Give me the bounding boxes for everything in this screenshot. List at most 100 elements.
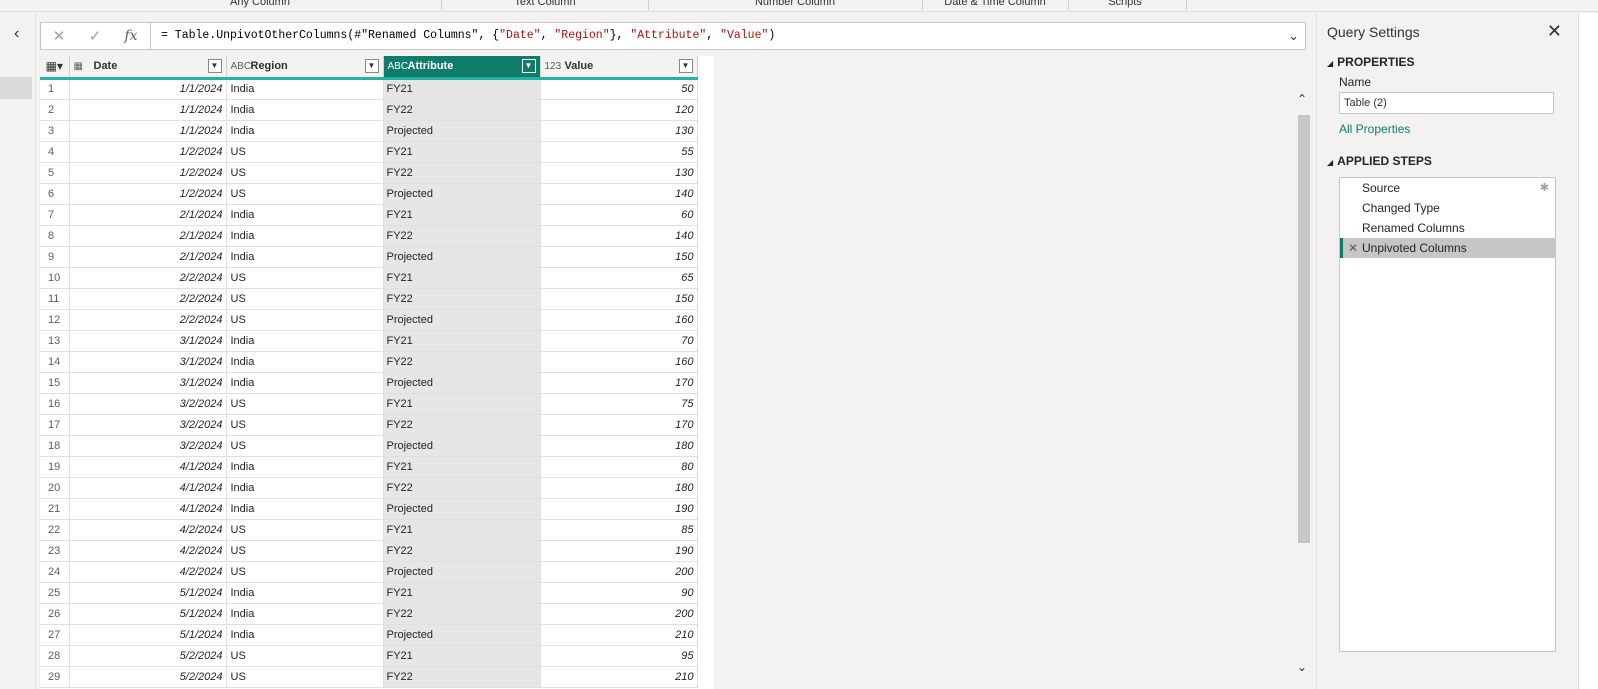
cell-date[interactable]: 3/1/2024 [69, 330, 227, 352]
filter-dropdown-icon[interactable]: ▼ [207, 59, 222, 73]
cell-attribute[interactable]: Projected [383, 435, 541, 457]
row-number[interactable]: 9 [40, 246, 70, 268]
cell-value[interactable]: 75 [540, 393, 698, 415]
cell-attribute[interactable]: FY22 [383, 666, 541, 688]
cell-attribute[interactable]: FY22 [383, 603, 541, 625]
cell-attribute[interactable]: FY22 [383, 540, 541, 562]
column-header-attribute[interactable]: ABCAttribute ▼ [383, 56, 541, 80]
cell-region[interactable]: US [226, 561, 384, 583]
applied-step-changed-type[interactable]: Changed Type [1340, 198, 1555, 218]
cell-date[interactable]: 2/1/2024 [69, 246, 227, 268]
cell-attribute[interactable]: FY21 [383, 267, 541, 289]
row-number[interactable]: 12 [40, 309, 70, 331]
table-row[interactable]: 23 4/2/2024 US FY22 190 [40, 540, 698, 562]
row-number[interactable]: 6 [40, 183, 70, 205]
cell-attribute[interactable]: FY21 [383, 456, 541, 478]
table-row[interactable]: 6 1/2/2024 US Projected 140 [40, 183, 698, 205]
cell-region[interactable]: India [226, 603, 384, 625]
table-row[interactable]: 14 3/1/2024 India FY22 160 [40, 351, 698, 373]
cell-region[interactable]: US [226, 645, 384, 667]
row-number[interactable]: 29 [40, 666, 70, 688]
cell-date[interactable]: 3/2/2024 [69, 393, 227, 415]
cell-attribute[interactable]: FY22 [383, 225, 541, 247]
cell-value[interactable]: 140 [540, 183, 698, 205]
table-row[interactable]: 27 5/1/2024 India Projected 210 [40, 624, 698, 646]
cell-value[interactable]: 80 [540, 456, 698, 478]
table-row[interactable]: 5 1/2/2024 US FY22 130 [40, 162, 698, 184]
cell-region[interactable]: India [226, 477, 384, 499]
cell-value[interactable]: 65 [540, 267, 698, 289]
cell-region[interactable]: US [226, 666, 384, 688]
close-icon[interactable]: ✕ [1547, 21, 1562, 42]
cell-date[interactable]: 3/2/2024 [69, 435, 227, 457]
cell-date[interactable]: 2/2/2024 [69, 288, 227, 310]
cell-date[interactable]: 4/2/2024 [69, 561, 227, 583]
cell-attribute[interactable]: FY22 [383, 288, 541, 310]
cell-date[interactable]: 1/2/2024 [69, 183, 227, 205]
cell-value[interactable]: 70 [540, 330, 698, 352]
cell-value[interactable]: 180 [540, 477, 698, 499]
table-row[interactable]: 28 5/2/2024 US FY21 95 [40, 645, 698, 667]
cell-attribute[interactable]: FY21 [383, 141, 541, 163]
table-row[interactable]: 24 4/2/2024 US Projected 200 [40, 561, 698, 583]
cell-attribute[interactable]: Projected [383, 561, 541, 583]
row-number[interactable]: 17 [40, 414, 70, 436]
cell-attribute[interactable]: Projected [383, 624, 541, 646]
cell-value[interactable]: 210 [540, 666, 698, 688]
cell-value[interactable]: 190 [540, 498, 698, 520]
cell-region[interactable]: US [226, 414, 384, 436]
cell-region[interactable]: US [226, 519, 384, 541]
cell-value[interactable]: 200 [540, 561, 698, 583]
cell-value[interactable]: 160 [540, 351, 698, 373]
cell-date[interactable]: 5/1/2024 [69, 582, 227, 604]
cell-region[interactable]: India [226, 351, 384, 373]
row-number[interactable]: 19 [40, 456, 70, 478]
chevron-down-icon[interactable]: ⌄ [1288, 28, 1299, 44]
cell-region[interactable]: US [226, 141, 384, 163]
cell-region[interactable]: India [226, 225, 384, 247]
close-icon[interactable]: ✕ [41, 27, 77, 45]
cell-date[interactable]: 2/1/2024 [69, 225, 227, 247]
table-row[interactable]: 16 3/2/2024 US FY21 75 [40, 393, 698, 415]
cell-region[interactable]: India [226, 456, 384, 478]
cell-value[interactable]: 55 [540, 141, 698, 163]
row-number[interactable]: 5 [40, 162, 70, 184]
table-row[interactable]: 18 3/2/2024 US Projected 180 [40, 435, 698, 457]
properties-section-header[interactable]: ◢ PROPERTIES [1327, 55, 1415, 69]
applied-step-renamed-columns[interactable]: Renamed Columns [1340, 218, 1555, 238]
cell-date[interactable]: 2/2/2024 [69, 309, 227, 331]
cell-attribute[interactable]: FY21 [383, 330, 541, 352]
cell-value[interactable]: 60 [540, 204, 698, 226]
cell-region[interactable]: US [226, 267, 384, 289]
cell-value[interactable]: 50 [540, 78, 698, 100]
cell-value[interactable]: 170 [540, 372, 698, 394]
cell-region[interactable]: US [226, 162, 384, 184]
column-header-value[interactable]: 123 Value ▼ [540, 56, 698, 80]
filter-dropdown-icon[interactable]: ▼ [364, 59, 379, 73]
cell-attribute[interactable]: Projected [383, 246, 541, 268]
cell-value[interactable]: 130 [540, 162, 698, 184]
row-number[interactable]: 3 [40, 120, 70, 142]
row-number[interactable]: 14 [40, 351, 70, 373]
table-row[interactable]: 9 2/1/2024 India Projected 150 [40, 246, 698, 268]
cell-date[interactable]: 1/1/2024 [69, 99, 227, 121]
row-number[interactable]: 4 [40, 141, 70, 163]
cell-region[interactable]: India [226, 372, 384, 394]
cell-region[interactable]: India [226, 204, 384, 226]
cell-attribute[interactable]: FY21 [383, 645, 541, 667]
column-header-date[interactable]: ▦ Date ▼ [69, 56, 227, 80]
cell-value[interactable]: 160 [540, 309, 698, 331]
row-number[interactable]: 11 [40, 288, 70, 310]
cell-date[interactable]: 4/2/2024 [69, 540, 227, 562]
row-number[interactable]: 27 [40, 624, 70, 646]
filter-dropdown-icon[interactable]: ▼ [678, 59, 693, 73]
row-number[interactable]: 28 [40, 645, 70, 667]
row-number[interactable]: 23 [40, 540, 70, 562]
cell-region[interactable]: India [226, 582, 384, 604]
filter-dropdown-icon[interactable]: ▼ [521, 59, 536, 73]
table-row[interactable]: 1 1/1/2024 India FY21 50 [40, 78, 698, 100]
column-header-region[interactable]: ABCRegion ▼ [226, 56, 384, 80]
cell-attribute[interactable]: Projected [383, 120, 541, 142]
table-row[interactable]: 19 4/1/2024 India FY21 80 [40, 456, 698, 478]
cell-date[interactable]: 1/1/2024 [69, 120, 227, 142]
